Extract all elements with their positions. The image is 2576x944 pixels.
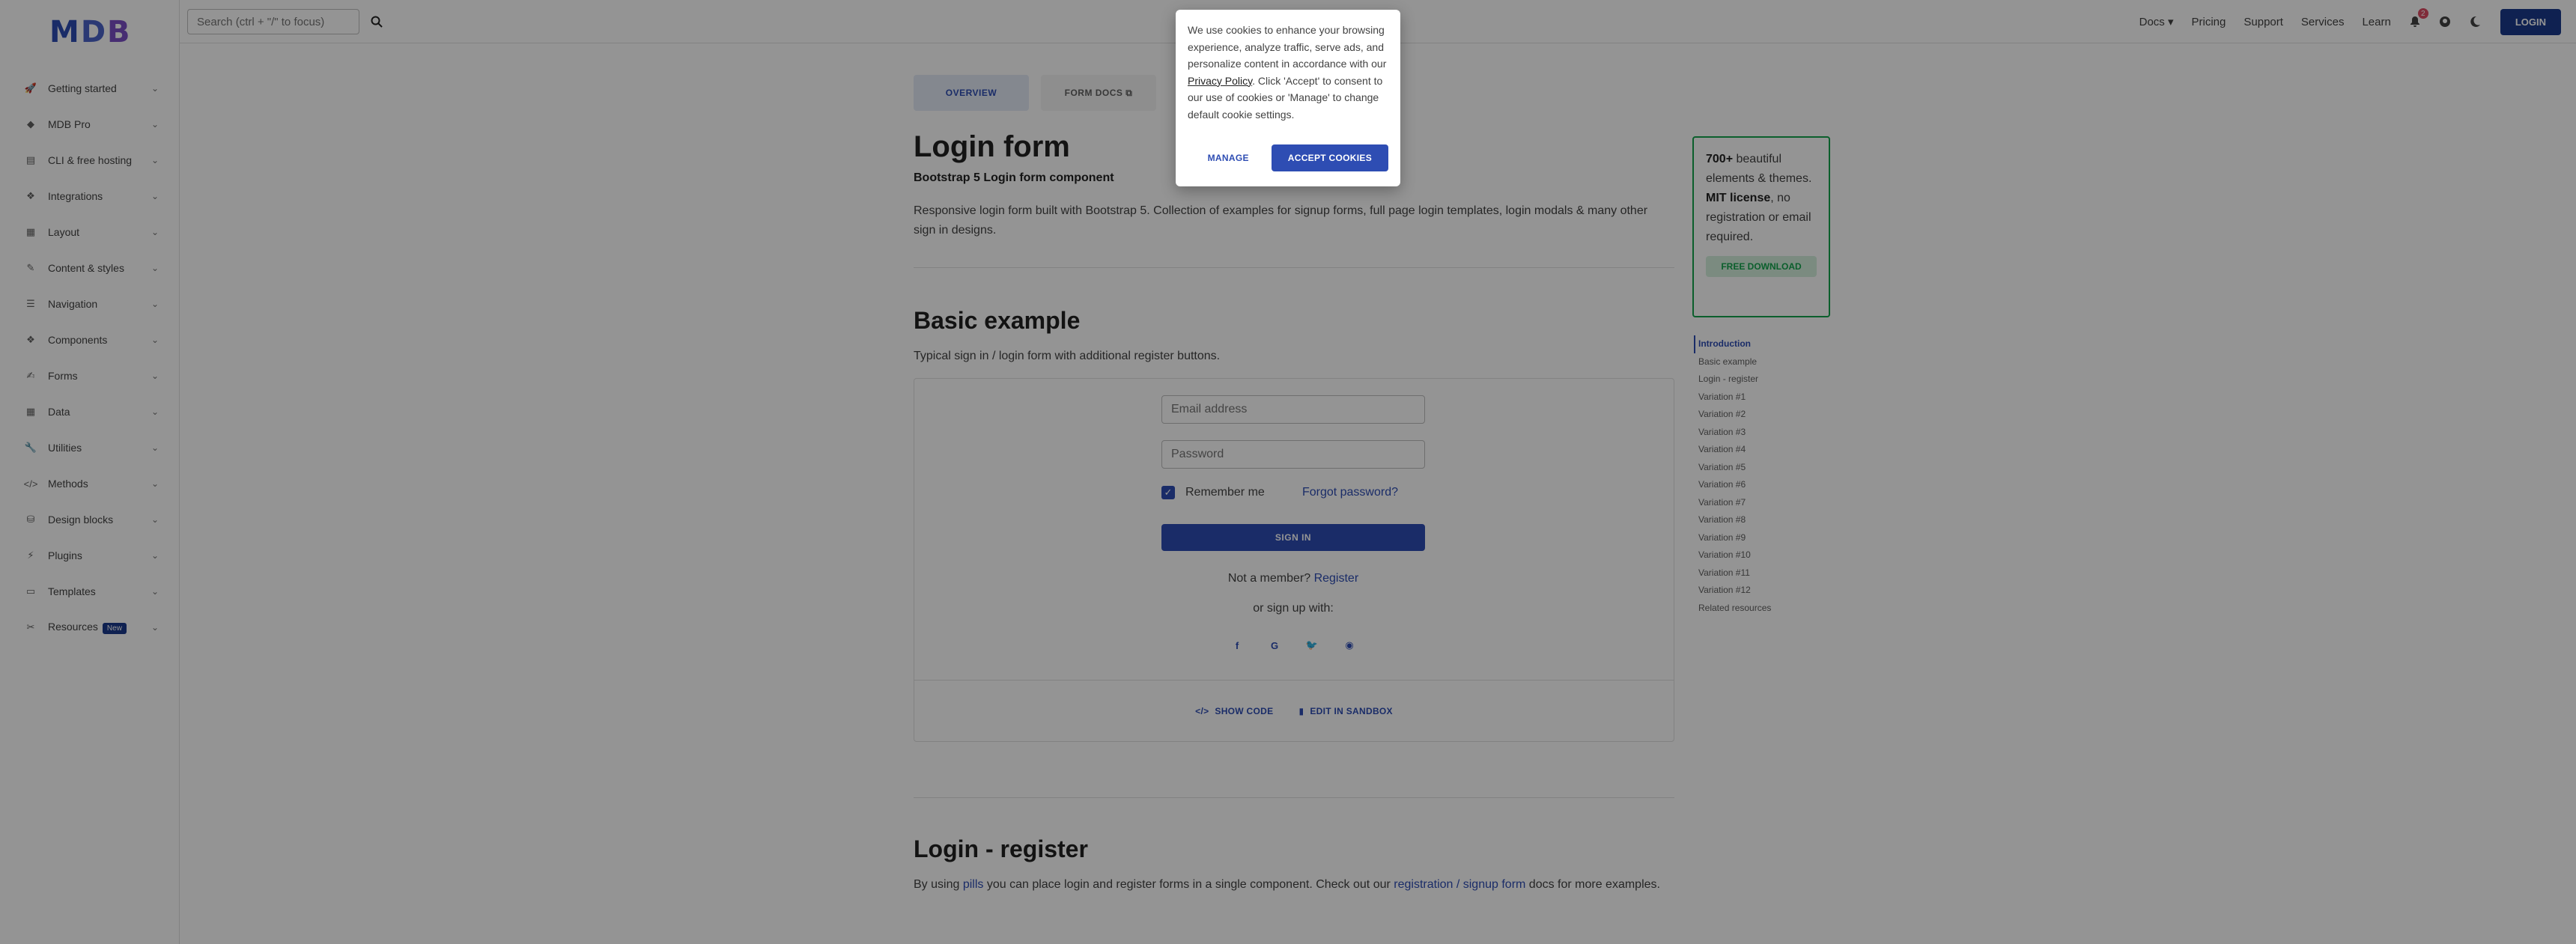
- cookie-text-1: We use cookies to enhance your browsing …: [1188, 24, 1387, 70]
- accept-cookies-button[interactable]: ACCEPT COOKIES: [1271, 144, 1388, 171]
- cookie-message: We use cookies to enhance your browsing …: [1188, 22, 1388, 123]
- privacy-policy-link[interactable]: Privacy Policy: [1188, 75, 1252, 87]
- cookie-actions: MANAGE ACCEPT COOKIES: [1188, 144, 1388, 171]
- cookie-consent-modal: We use cookies to enhance your browsing …: [1176, 10, 1400, 186]
- manage-cookies-button[interactable]: MANAGE: [1199, 145, 1258, 171]
